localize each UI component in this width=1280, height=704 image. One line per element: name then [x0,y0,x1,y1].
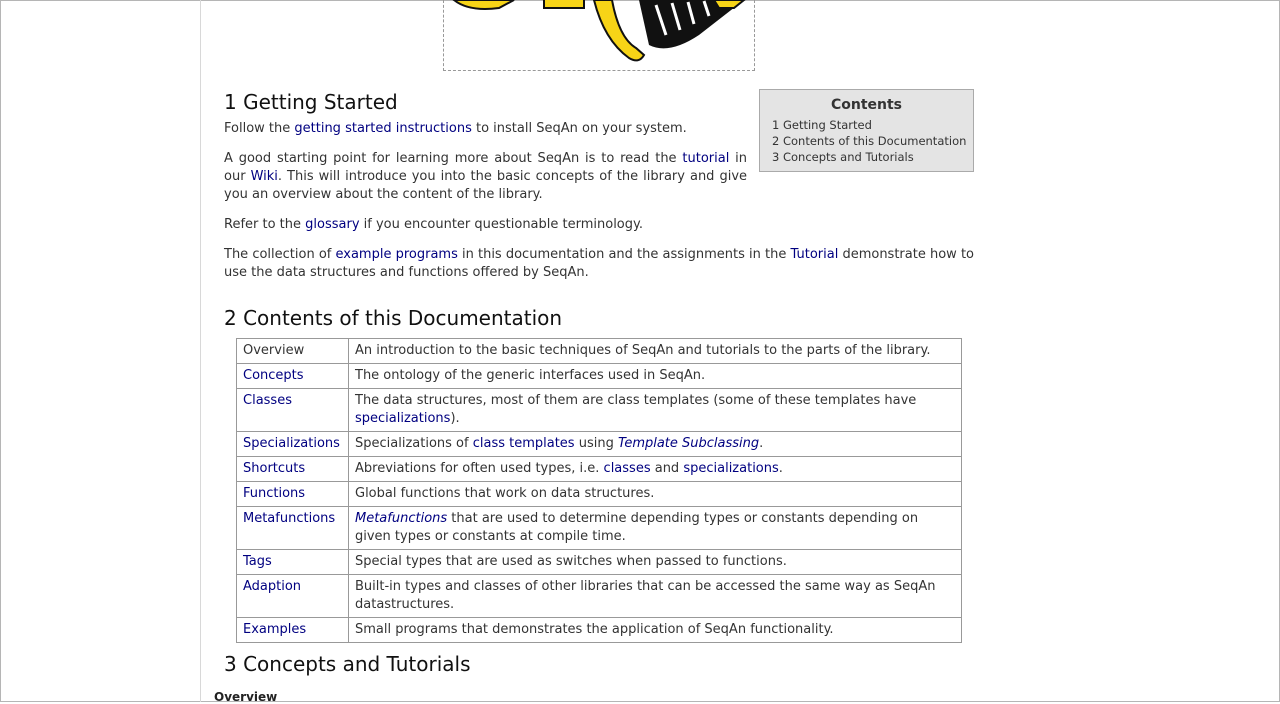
link-specializations-inline-2[interactable]: specializations [683,461,778,476]
row-desc: The data structures, most of them are cl… [348,388,962,432]
link-adaption[interactable]: Adaption [243,579,301,594]
row-name-overview: Overview [236,338,349,364]
row-desc: Abreviations for often used types, i.e. … [348,456,962,482]
paragraph-examples: The collection of example programs in th… [224,247,974,280]
link-tags[interactable]: Tags [243,554,272,569]
link-examples[interactable]: Examples [243,622,306,637]
toc-item-contents-documentation[interactable]: 2 Contents of this Documentation [772,133,973,149]
row-desc: An introduction to the basic techniques … [348,338,962,364]
row-desc: Specializations of class templates using… [348,431,962,457]
link-template-subclassing[interactable]: Template Subclassing [618,436,759,451]
link-tutorial[interactable]: tutorial [682,151,729,166]
paragraph-install: Follow the getting started instructions … [224,121,687,136]
link-specializations[interactable]: Specializations [243,436,340,451]
row-desc: Global functions that work on data struc… [348,481,962,507]
heading-contents-documentation: 2 Contents of this Documentation [224,306,563,330]
table-of-contents: Contents 1 Getting Started 2 Contents of… [759,89,974,172]
link-classes[interactable]: Classes [243,393,292,408]
row-desc: Built-in types and classes of other libr… [348,574,962,618]
table-row: Classes The data structures, most of the… [236,388,962,432]
link-example-programs[interactable]: example programs [336,247,458,262]
logo-box [443,0,755,71]
link-tutorial-assignments[interactable]: Tutorial [791,247,839,262]
link-specializations-inline[interactable]: specializations [355,411,450,426]
left-column-divider [200,0,201,702]
toc-item-getting-started[interactable]: 1 Getting Started [772,117,973,133]
link-wiki[interactable]: Wiki [251,169,278,184]
link-class-templates[interactable]: class templates [473,436,575,451]
link-concepts[interactable]: Concepts [243,368,304,383]
row-desc: Special types that are used as switches … [348,549,962,575]
link-getting-started-instructions[interactable]: getting started instructions [294,121,471,136]
table-row: Concepts The ontology of the generic int… [236,363,962,389]
paragraph-starting-point: A good starting point for learning more … [224,151,748,202]
table-row: Tags Special types that are used as swit… [236,549,962,575]
link-functions[interactable]: Functions [243,486,305,501]
table-row: Specializations Specializations of class… [236,431,962,457]
row-desc: The ontology of the generic interfaces u… [348,363,962,389]
link-shortcuts[interactable]: Shortcuts [243,461,305,476]
documentation-contents-table: Overview An introduction to the basic te… [236,338,962,643]
table-row: Metafunctions Metafunctions that are use… [236,506,962,550]
link-metafunctions-inline[interactable]: Metafunctions [355,511,447,526]
table-row: Adaption Built-in types and classes of o… [236,574,962,618]
row-desc: Small programs that demonstrates the app… [348,617,962,643]
paragraph-glossary: Refer to the glossary if you encounter q… [224,217,643,232]
link-metafunctions[interactable]: Metafunctions [243,511,335,526]
link-glossary[interactable]: glossary [305,217,359,232]
seqan-dna-logo-icon [452,0,746,62]
table-row: Shortcuts Abreviations for often used ty… [236,456,962,482]
link-classes-inline[interactable]: classes [604,461,651,476]
heading-getting-started: 1 Getting Started [224,90,398,114]
table-row: Functions Global functions that work on … [236,481,962,507]
row-desc: Metafunctions that are used to determine… [348,506,962,550]
table-row: Overview An introduction to the basic te… [236,338,962,364]
heading-concepts-tutorials: 3 Concepts and Tutorials [224,652,471,676]
toc-title: Contents [830,97,903,113]
table-row: Examples Small programs that demonstrate… [236,617,962,643]
toc-item-concepts-tutorials[interactable]: 3 Concepts and Tutorials [772,149,973,165]
